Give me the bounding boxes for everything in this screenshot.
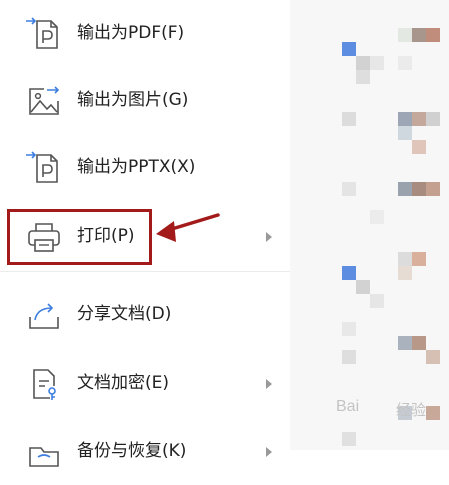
preview-block [426,28,440,42]
preview-block [356,70,370,84]
preview-block [398,252,412,266]
preview-block [412,140,426,154]
preview-block [398,126,412,140]
menu-item-label: 输出为PPTX(X) [77,157,196,177]
preview-block [426,406,440,420]
preview-block [398,112,412,126]
menu-item-label: 输出为图片(G) [77,90,189,110]
annotation-highlight-box [7,209,152,265]
preview-block [398,266,412,280]
preview-block [356,280,370,294]
backup-folder-icon [29,447,59,467]
document-lock-icon [33,369,56,400]
submenu-arrow-icon [266,232,272,242]
preview-block [342,42,356,56]
menu-item-backup[interactable]: 备份与恢复(K) [0,418,290,485]
preview-block [342,182,356,196]
menu-item-export-pptx[interactable]: 输出为PPTX(X) [0,134,290,201]
preview-block [398,28,412,42]
preview-block [342,322,356,336]
preview-block [342,112,356,126]
submenu-arrow-icon [266,379,272,389]
preview-block [412,28,426,42]
watermark-text: 经验 [396,401,427,419]
menu-item-label: 输出为PDF(F) [77,23,185,43]
share-icon [29,303,59,329]
preview-block [356,56,370,70]
preview-block [342,350,356,364]
menu-item-label: 分享文档(D) [77,304,172,324]
preview-block [412,336,426,350]
watermark-logo: Bai [336,398,360,415]
menu-item-export-pdf[interactable]: 输出为PDF(F) [0,0,290,67]
preview-block [426,112,440,126]
export-pdf-icon [26,17,58,49]
preview-block [398,336,412,350]
preview-block [398,182,412,196]
export-image-icon [29,86,60,115]
preview-block [370,210,384,224]
preview-block [342,432,356,446]
preview-block [412,252,426,266]
preview-block [370,56,384,70]
preview-block [398,56,412,70]
preview-block [370,294,384,308]
annotation-arrow [156,213,220,242]
preview-block [426,182,440,196]
export-pptx-icon [26,151,58,183]
menu-item-label: 备份与恢复(K) [77,441,187,461]
menu-item-encrypt[interactable]: 文档加密(E) [0,350,290,417]
preview-block [412,112,426,126]
menu-item-share[interactable]: 分享文档(D) [0,281,290,348]
preview-block [412,182,426,196]
menu-item-export-image[interactable]: 输出为图片(G) [0,67,290,134]
submenu-arrow-icon [266,447,272,457]
preview-block [426,350,440,364]
preview-block [342,266,356,280]
document-preview-pane [290,0,449,450]
menu-item-label: 文档加密(E) [77,373,170,393]
menu-separator [0,271,290,272]
